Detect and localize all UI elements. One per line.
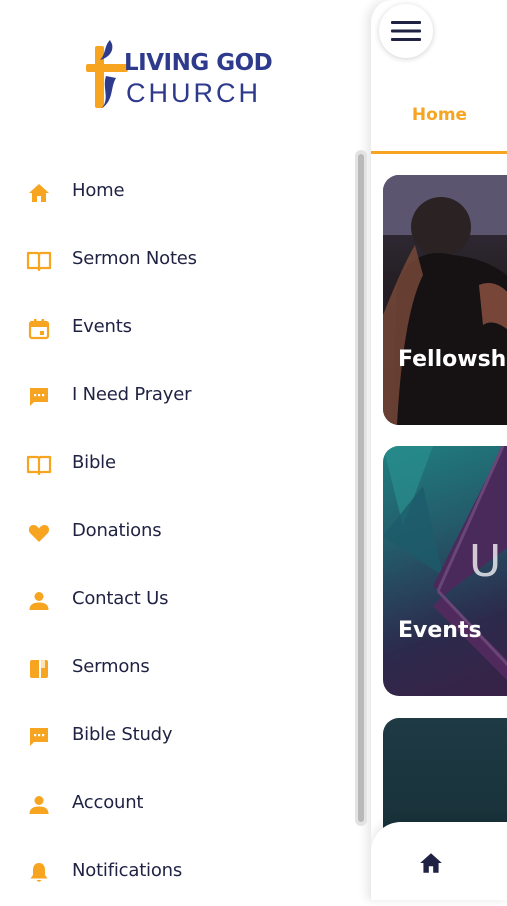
church-logo[interactable]: LIVING GOD CHURCH: [80, 36, 290, 110]
menu-item-label: Donations: [72, 520, 162, 541]
menu-item-label: Home: [72, 180, 125, 201]
bell-icon: [26, 860, 52, 886]
menu-item-bible[interactable]: Bible: [0, 430, 352, 498]
home-icon: [26, 180, 52, 206]
menu-item-label: Notifications: [72, 860, 183, 881]
menu-item-account[interactable]: Account: [0, 770, 352, 838]
tab-active-indicator: [371, 151, 507, 154]
bottom-navigation: [371, 822, 507, 900]
menu-item-sermons[interactable]: Sermons: [0, 634, 352, 702]
menu-item-bible-study[interactable]: Bible Study: [0, 702, 352, 770]
book-open-icon: [26, 452, 52, 478]
drawer-scrollbar[interactable]: [355, 150, 367, 826]
fellowship-photo: [383, 175, 507, 425]
menu-item-label: Sermons: [72, 656, 150, 677]
home-icon[interactable]: [418, 850, 444, 876]
menu-item-i-need-prayer[interactable]: I Need Prayer: [0, 362, 352, 430]
menu-item-label: I Need Prayer: [72, 384, 192, 405]
chat-icon: [26, 384, 52, 410]
person-icon: [26, 792, 52, 818]
hamburger-icon: [391, 21, 421, 41]
menu-item-donations[interactable]: Donations: [0, 498, 352, 566]
navigation-drawer: LIVING GOD CHURCH Home Sermon Notes Even…: [0, 0, 352, 900]
heart-icon: [26, 520, 52, 546]
events-card[interactable]: U Events: [383, 446, 507, 696]
card-title: Events: [398, 618, 482, 643]
book-open-icon: [26, 248, 52, 274]
menu-item-label: Bible: [72, 452, 116, 473]
calendar-icon: [26, 316, 52, 342]
person-icon: [26, 588, 52, 614]
main-content: Home Fellowsh U Events: [370, 0, 507, 900]
menu-item-label: Events: [72, 316, 132, 337]
svg-text:U: U: [469, 536, 501, 587]
menu-item-sermon-notes[interactable]: Sermon Notes: [0, 226, 352, 294]
menu-item-label: Bible Study: [72, 724, 173, 745]
menu-item-notifications[interactable]: Notifications: [0, 838, 352, 906]
logo-text-line2: CHURCH: [126, 78, 261, 108]
book-icon: [26, 656, 52, 682]
menu-toggle-button[interactable]: [379, 4, 433, 58]
menu-item-contact-us[interactable]: Contact Us: [0, 566, 352, 634]
menu-item-label: Contact Us: [72, 588, 169, 609]
menu-item-label: Sermon Notes: [72, 248, 197, 269]
events-background-art: U: [383, 446, 507, 680]
drawer-menu: Home Sermon Notes Events I Need Prayer B…: [0, 158, 352, 906]
cross-logo-icon: [86, 40, 128, 108]
chat-icon: [26, 724, 52, 750]
menu-item-label: Account: [72, 792, 144, 813]
menu-item-events[interactable]: Events: [0, 294, 352, 362]
logo-text-line1: LIVING GOD: [124, 50, 273, 76]
card-title: Fellowsh: [398, 347, 507, 372]
tab-home[interactable]: Home: [371, 96, 507, 152]
drawer-scrollbar-thumb[interactable]: [358, 154, 364, 822]
menu-item-home[interactable]: Home: [0, 158, 352, 226]
fellowship-card[interactable]: Fellowsh: [383, 175, 507, 425]
